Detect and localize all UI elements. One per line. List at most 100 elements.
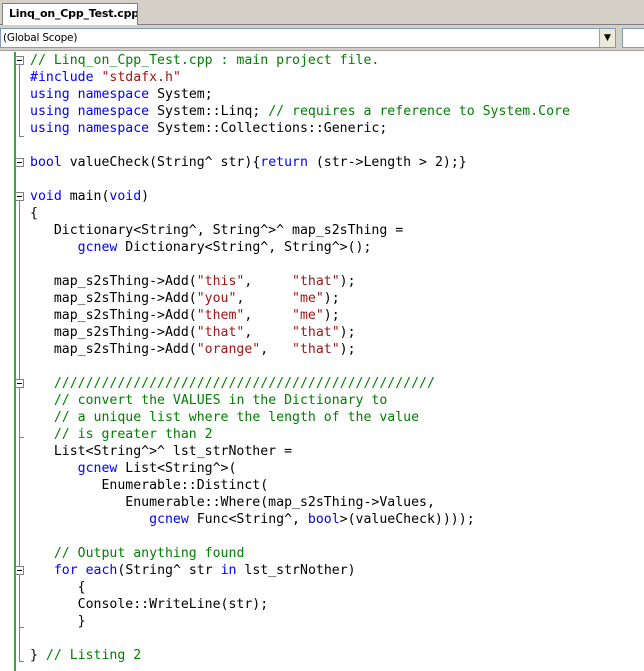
code-line[interactable]: } <box>30 613 644 630</box>
code-text: Console::WriteLine(str); <box>30 597 269 612</box>
code-line[interactable]: // convert the VALUES in the Dictionary … <box>30 392 644 409</box>
code-string: "that" <box>292 274 340 289</box>
outline-end-marker <box>19 136 24 137</box>
document-tab-label: Linq_on_Cpp_Test.cpp <box>9 7 138 20</box>
chevron-down-icon[interactable]: ▼ <box>599 29 615 47</box>
code-keyword: using <box>30 121 70 136</box>
code-line[interactable]: #include "stdafx.h" <box>30 69 644 86</box>
code-keyword: void <box>30 189 62 204</box>
document-tab-strip: Linq_on_Cpp_Test.cpp <box>0 0 644 25</box>
code-line[interactable]: void main(void) <box>30 188 644 205</box>
code-editor[interactable]: // Linq_on_Cpp_Test.cpp : main project f… <box>0 52 644 671</box>
code-line[interactable]: Console::WriteLine(str); <box>30 596 644 613</box>
code-text: } <box>30 648 46 663</box>
code-string: "them" <box>196 308 245 323</box>
code-string: "me" <box>292 291 324 306</box>
code-text-area[interactable]: // Linq_on_Cpp_Test.cpp : main project f… <box>30 52 644 664</box>
code-text: ); <box>339 342 356 357</box>
code-text: Enumerable::Distinct( <box>30 478 269 493</box>
member-dropdown[interactable] <box>622 28 644 48</box>
code-line[interactable]: map_s2sThing->Add("this", "that"); <box>30 273 644 290</box>
code-line[interactable] <box>30 137 644 154</box>
code-line[interactable]: gcnew List<String^>( <box>30 460 644 477</box>
outline-guide <box>19 65 20 136</box>
code-line[interactable]: map_s2sThing->Add("that", "that"); <box>30 324 644 341</box>
code-line[interactable]: bool valueCheck(String^ str){return (str… <box>30 154 644 171</box>
code-line[interactable]: using namespace System; <box>30 86 644 103</box>
collapse-icon[interactable] <box>15 379 24 388</box>
code-line[interactable] <box>30 171 644 188</box>
code-text: } <box>30 614 86 629</box>
code-keyword: gcnew <box>77 461 118 476</box>
code-line[interactable] <box>30 528 644 545</box>
code-keyword: for <box>53 563 78 578</box>
code-keyword: return <box>260 155 308 170</box>
outline-end-marker <box>19 661 24 662</box>
code-line[interactable]: // Output anything found <box>30 545 644 562</box>
code-line[interactable]: Enumerable::Where(map_s2sThing->Values, <box>30 494 644 511</box>
code-string: "you" <box>196 291 237 306</box>
code-comment: // Listing 2 <box>45 648 142 663</box>
collapse-icon[interactable] <box>15 566 24 575</box>
code-string: "that" <box>292 342 340 357</box>
code-line[interactable]: { <box>30 205 644 222</box>
code-comment: // Linq_on_Cpp_Test.cpp : main project f… <box>30 53 380 68</box>
code-text: valueCheck(String^ str){ <box>61 155 261 170</box>
code-text: Func<String^, <box>188 512 308 527</box>
code-text: map_s2sThing->Add( <box>30 308 197 323</box>
code-line[interactable] <box>30 358 644 375</box>
outline-end-marker <box>19 627 24 628</box>
code-comment: // a unique list where the length of the… <box>53 410 420 425</box>
code-text: lst_strNother) <box>236 563 356 578</box>
code-comment: // requires a reference to System.Core <box>268 104 570 119</box>
code-text: System::Linq; <box>149 104 269 119</box>
code-line[interactable]: // Linq_on_Cpp_Test.cpp : main project f… <box>30 52 644 69</box>
document-tab[interactable]: Linq_on_Cpp_Test.cpp <box>2 3 138 25</box>
code-line[interactable]: map_s2sThing->Add("them", "me"); <box>30 307 644 324</box>
code-line[interactable]: using namespace System::Collections::Gen… <box>30 120 644 137</box>
code-line[interactable]: } // Listing 2 <box>30 647 644 664</box>
code-text: (str->Length > 2);} <box>307 155 467 170</box>
code-keyword: each <box>85 563 118 578</box>
code-line[interactable]: gcnew Func<String^, bool>(valueCheck))))… <box>30 511 644 528</box>
code-text: , <box>244 308 293 323</box>
code-keyword: namespace <box>77 104 150 119</box>
navigation-bar: (Global Scope) ▼ <box>0 25 644 51</box>
code-line[interactable]: using namespace System::Linq; // require… <box>30 103 644 120</box>
scope-dropdown[interactable]: (Global Scope) ▼ <box>0 28 616 48</box>
code-line[interactable]: { <box>30 579 644 596</box>
code-text: map_s2sThing->Add( <box>30 342 197 357</box>
code-text: System; <box>149 87 213 102</box>
code-line[interactable]: ////////////////////////////////////////… <box>30 375 644 392</box>
collapse-icon[interactable] <box>15 56 24 65</box>
code-line[interactable]: // a unique list where the length of the… <box>30 409 644 426</box>
code-text: System::Collections::Generic; <box>149 121 388 136</box>
collapse-icon[interactable] <box>15 192 24 201</box>
scope-dropdown-value: (Global Scope) <box>3 32 78 44</box>
code-line[interactable]: map_s2sThing->Add("orange", "that"); <box>30 341 644 358</box>
code-line[interactable]: gcnew Dictionary<String^, String^>(); <box>30 239 644 256</box>
outline-end-marker <box>19 437 24 438</box>
code-text: map_s2sThing->Add( <box>30 291 197 306</box>
code-line[interactable]: List<String^>^ lst_strNother = <box>30 443 644 460</box>
code-text: >(valueCheck)))); <box>339 512 475 527</box>
code-text: , <box>260 342 293 357</box>
code-line[interactable]: Dictionary<String^, String^>^ map_s2sThi… <box>30 222 644 239</box>
code-keyword: bool <box>30 155 62 170</box>
code-line[interactable]: // is greater than 2 <box>30 426 644 443</box>
code-text: Dictionary<String^, String^>^ map_s2sThi… <box>30 223 404 238</box>
code-line[interactable]: map_s2sThing->Add("you", "me"); <box>30 290 644 307</box>
code-line[interactable] <box>30 630 644 647</box>
code-line[interactable] <box>30 256 644 273</box>
code-comment: // is greater than 2 <box>53 427 213 442</box>
code-line[interactable]: Enumerable::Distinct( <box>30 477 644 494</box>
collapse-icon[interactable] <box>15 158 24 167</box>
code-keyword: in <box>220 563 237 578</box>
code-line[interactable]: for each(String^ str in lst_strNother) <box>30 562 644 579</box>
